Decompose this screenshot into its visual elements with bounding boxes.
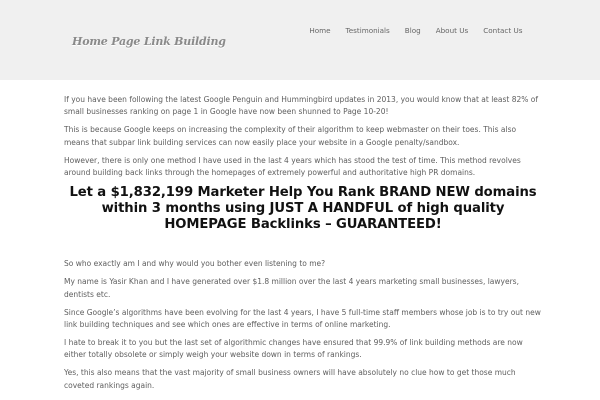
- nav-about-us[interactable]: About Us: [428, 26, 476, 36]
- body-paragraph: I hate to break it to you but the last s…: [64, 337, 523, 360]
- main-nav: Home Testimonials Blog About Us Contact …: [302, 26, 530, 36]
- intro-paragraph: This is because Google keeps on increasi…: [64, 125, 517, 147]
- nav-testimonials[interactable]: Testimonials: [338, 26, 397, 36]
- body-paragraph: Yes, this also means that the vast major…: [64, 368, 516, 390]
- body-paragraph: So who exactly am I and why would you bo…: [64, 259, 326, 269]
- main-content: If you have been following the latest Go…: [64, 94, 542, 398]
- nav-contact-us[interactable]: Contact Us: [476, 26, 530, 36]
- nav-home[interactable]: Home: [302, 26, 338, 36]
- headline-line: HOMEPAGE Backlinks – GUARANTEED!: [164, 217, 442, 233]
- headline-line: within 3 months using JUST A HANDFUL of …: [101, 201, 505, 217]
- site-header: Home Page Link Building Home Testimonial…: [0, 0, 600, 80]
- body-paragraph: My name is Yasir Khan and I have generat…: [64, 277, 519, 299]
- sales-headline: Let a $1,832,199 Marketer Help You Rank …: [64, 185, 542, 233]
- headline-line: Let a $1,832,199 Marketer Help You Rank …: [69, 185, 537, 201]
- intro-paragraph: However, there is only one method I have…: [64, 155, 521, 178]
- site-logo[interactable]: Home Page Link Building: [72, 35, 226, 48]
- body-paragraph: Since Google’s algorithms have been evol…: [64, 307, 541, 330]
- intro-paragraph: If you have been following the latest Go…: [64, 95, 539, 117]
- nav-blog[interactable]: Blog: [397, 26, 428, 36]
